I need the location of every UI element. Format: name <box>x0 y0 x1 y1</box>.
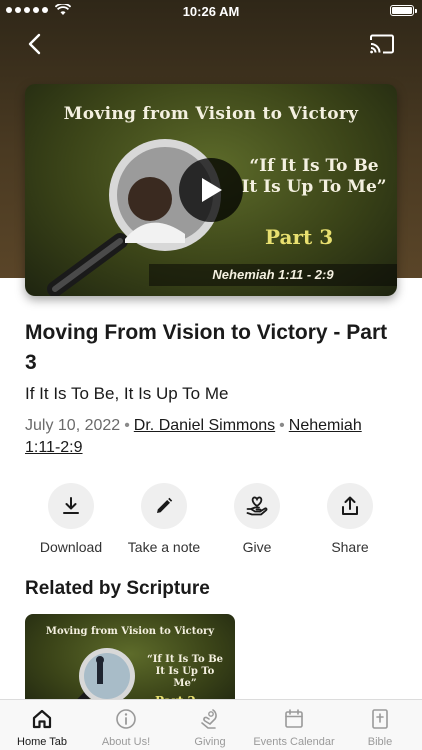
tab-bar: Home Tab About Us! Giving Events Calenda… <box>0 699 422 750</box>
thumbnail-part: Part 3 <box>265 225 334 249</box>
tab-events-calendar[interactable]: Events Calendar <box>252 700 336 750</box>
share-label: Share <box>331 539 369 555</box>
related-thumbnail-quote: “If It Is To Be It Is Up To Me” <box>146 654 224 689</box>
play-button[interactable] <box>179 158 243 222</box>
status-time: 10:26 AM <box>182 4 240 19</box>
take-note-label: Take a note <box>127 539 201 555</box>
tab-about-label: About Us! <box>101 736 151 748</box>
cast-button[interactable] <box>366 30 398 58</box>
give-label: Give <box>242 539 272 555</box>
thumbnail-title: Moving from Vision to Victory <box>63 104 359 124</box>
chevron-left-icon <box>28 33 41 55</box>
meta-separator: • <box>124 417 130 434</box>
related-heading: Related by Scripture <box>25 578 210 599</box>
info-icon <box>116 709 136 729</box>
sermon-subtitle: If It Is To Be, It Is Up To Me <box>25 384 229 403</box>
take-note-button-circle[interactable] <box>141 483 187 529</box>
meta-separator: • <box>279 417 285 434</box>
tab-home[interactable]: Home Tab <box>0 700 84 750</box>
thumbnail-scripture-reference: Nehemiah 1:11 - 2:9 <box>149 264 397 286</box>
download-label: Download <box>39 539 103 555</box>
take-note-button[interactable]: Take a note <box>112 483 216 555</box>
home-icon <box>32 709 52 729</box>
tab-bible[interactable]: Bible <box>338 700 422 750</box>
share-icon <box>342 496 358 515</box>
tab-giving-label: Giving <box>194 736 226 748</box>
give-button-circle[interactable] <box>234 483 280 529</box>
share-button-circle[interactable] <box>327 483 373 529</box>
pencil-icon <box>157 497 173 513</box>
cast-icon <box>370 34 394 54</box>
related-thumbnail-title: Moving from Vision to Victory <box>45 626 215 637</box>
share-button[interactable]: Share <box>298 483 402 555</box>
give-button[interactable]: Give <box>205 483 309 555</box>
thumbnail-quote: “If It Is To Be It Is Up To Me” <box>241 156 387 197</box>
giving-icon <box>201 709 217 729</box>
sermon-title: Moving From Vision to Victory - Part 3 <box>25 321 388 374</box>
tab-events-calendar-label: Events Calendar <box>253 736 335 748</box>
tab-giving[interactable]: Giving <box>168 700 252 750</box>
sermon-meta: July 10, 2022 • Dr. Daniel Simmons • Nehemia… <box>25 415 397 459</box>
sermon-date: July 10, 2022 <box>25 417 121 434</box>
play-icon <box>202 178 222 202</box>
bible-icon <box>372 709 388 729</box>
back-button[interactable] <box>20 30 48 58</box>
download-icon <box>63 497 79 514</box>
action-row: Download Take a note Give Share <box>0 483 422 563</box>
battery-icon <box>390 5 417 16</box>
download-button[interactable]: Download <box>19 483 123 555</box>
download-button-circle[interactable] <box>48 483 94 529</box>
give-heart-hand-icon <box>246 496 268 516</box>
tab-about[interactable]: About Us! <box>84 700 168 750</box>
sermon-video-thumbnail[interactable]: Moving from Vision to Victory “If It Is … <box>25 84 397 296</box>
tab-bible-label: Bible <box>367 736 393 748</box>
status-bar: 10:26 AM <box>0 0 422 22</box>
calendar-icon <box>285 709 303 728</box>
tab-home-label: Home Tab <box>17 736 67 748</box>
speaker-link[interactable]: Dr. Daniel Simmons <box>134 417 275 434</box>
